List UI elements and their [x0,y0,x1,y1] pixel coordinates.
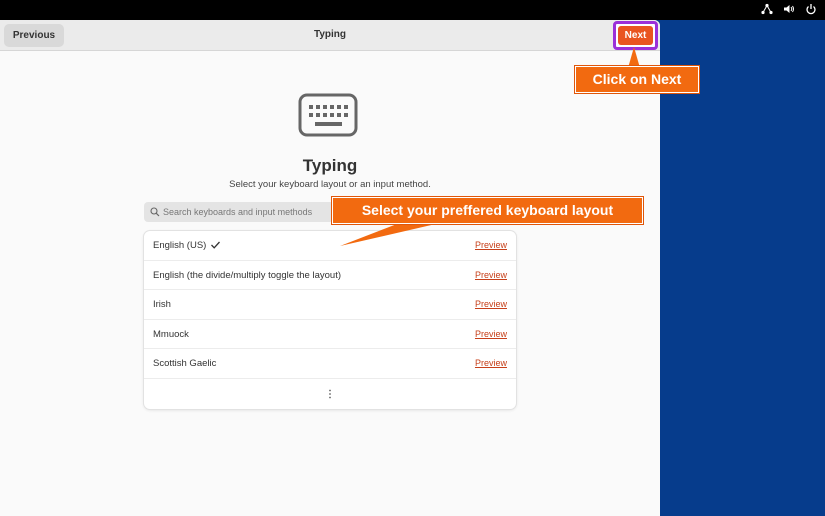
preview-link[interactable]: Preview [475,240,507,250]
desktop-background [660,20,825,516]
next-button-highlight: Next [613,21,658,50]
layout-row[interactable]: Mmuock Preview [144,320,516,350]
click-next-annotation: Click on Next [575,66,699,93]
layout-row[interactable]: Irish Preview [144,290,516,320]
more-options-icon [329,389,331,399]
select-layout-annotation: Select your preffered keyboard layout [332,197,643,224]
layout-label: English (the divide/multiply toggle the … [153,269,341,281]
layout-row[interactable]: Scottish Gaelic Preview [144,349,516,379]
preview-link[interactable]: Preview [475,270,507,280]
window-title: Typing [313,29,347,40]
checkmark-icon [211,241,220,249]
volume-icon[interactable] [783,3,795,15]
search-input[interactable] [163,204,331,220]
layout-label: Scottish Gaelic [153,358,217,370]
system-tray[interactable] [761,3,817,15]
layout-label: English (US) [153,240,207,251]
system-top-bar [0,0,825,20]
keyboard-layout-list: English (US) Preview English (the divide… [144,231,516,409]
installer-window: Previous Typing Next Typing Select your … [0,20,660,516]
page-subtitle: Select your keyboard layout or an input … [229,179,431,190]
preview-link[interactable]: Preview [475,358,507,368]
show-more-button[interactable] [144,379,516,409]
page-title: Typing [302,156,358,175]
layout-label: Irish [153,299,171,311]
window-header: Previous Typing Next [0,20,660,51]
next-button[interactable]: Next [618,26,653,45]
keyboard-icon [298,93,358,137]
layout-row[interactable]: English (the divide/multiply toggle the … [144,261,516,291]
layout-row[interactable]: English (US) Preview [144,231,516,261]
power-icon[interactable] [805,3,817,15]
preview-link[interactable]: Preview [475,299,507,309]
search-icon [150,207,160,217]
preview-link[interactable]: Preview [475,329,507,339]
network-icon[interactable] [761,3,773,15]
layout-label: Mmuock [153,328,189,340]
search-field[interactable] [144,202,334,222]
